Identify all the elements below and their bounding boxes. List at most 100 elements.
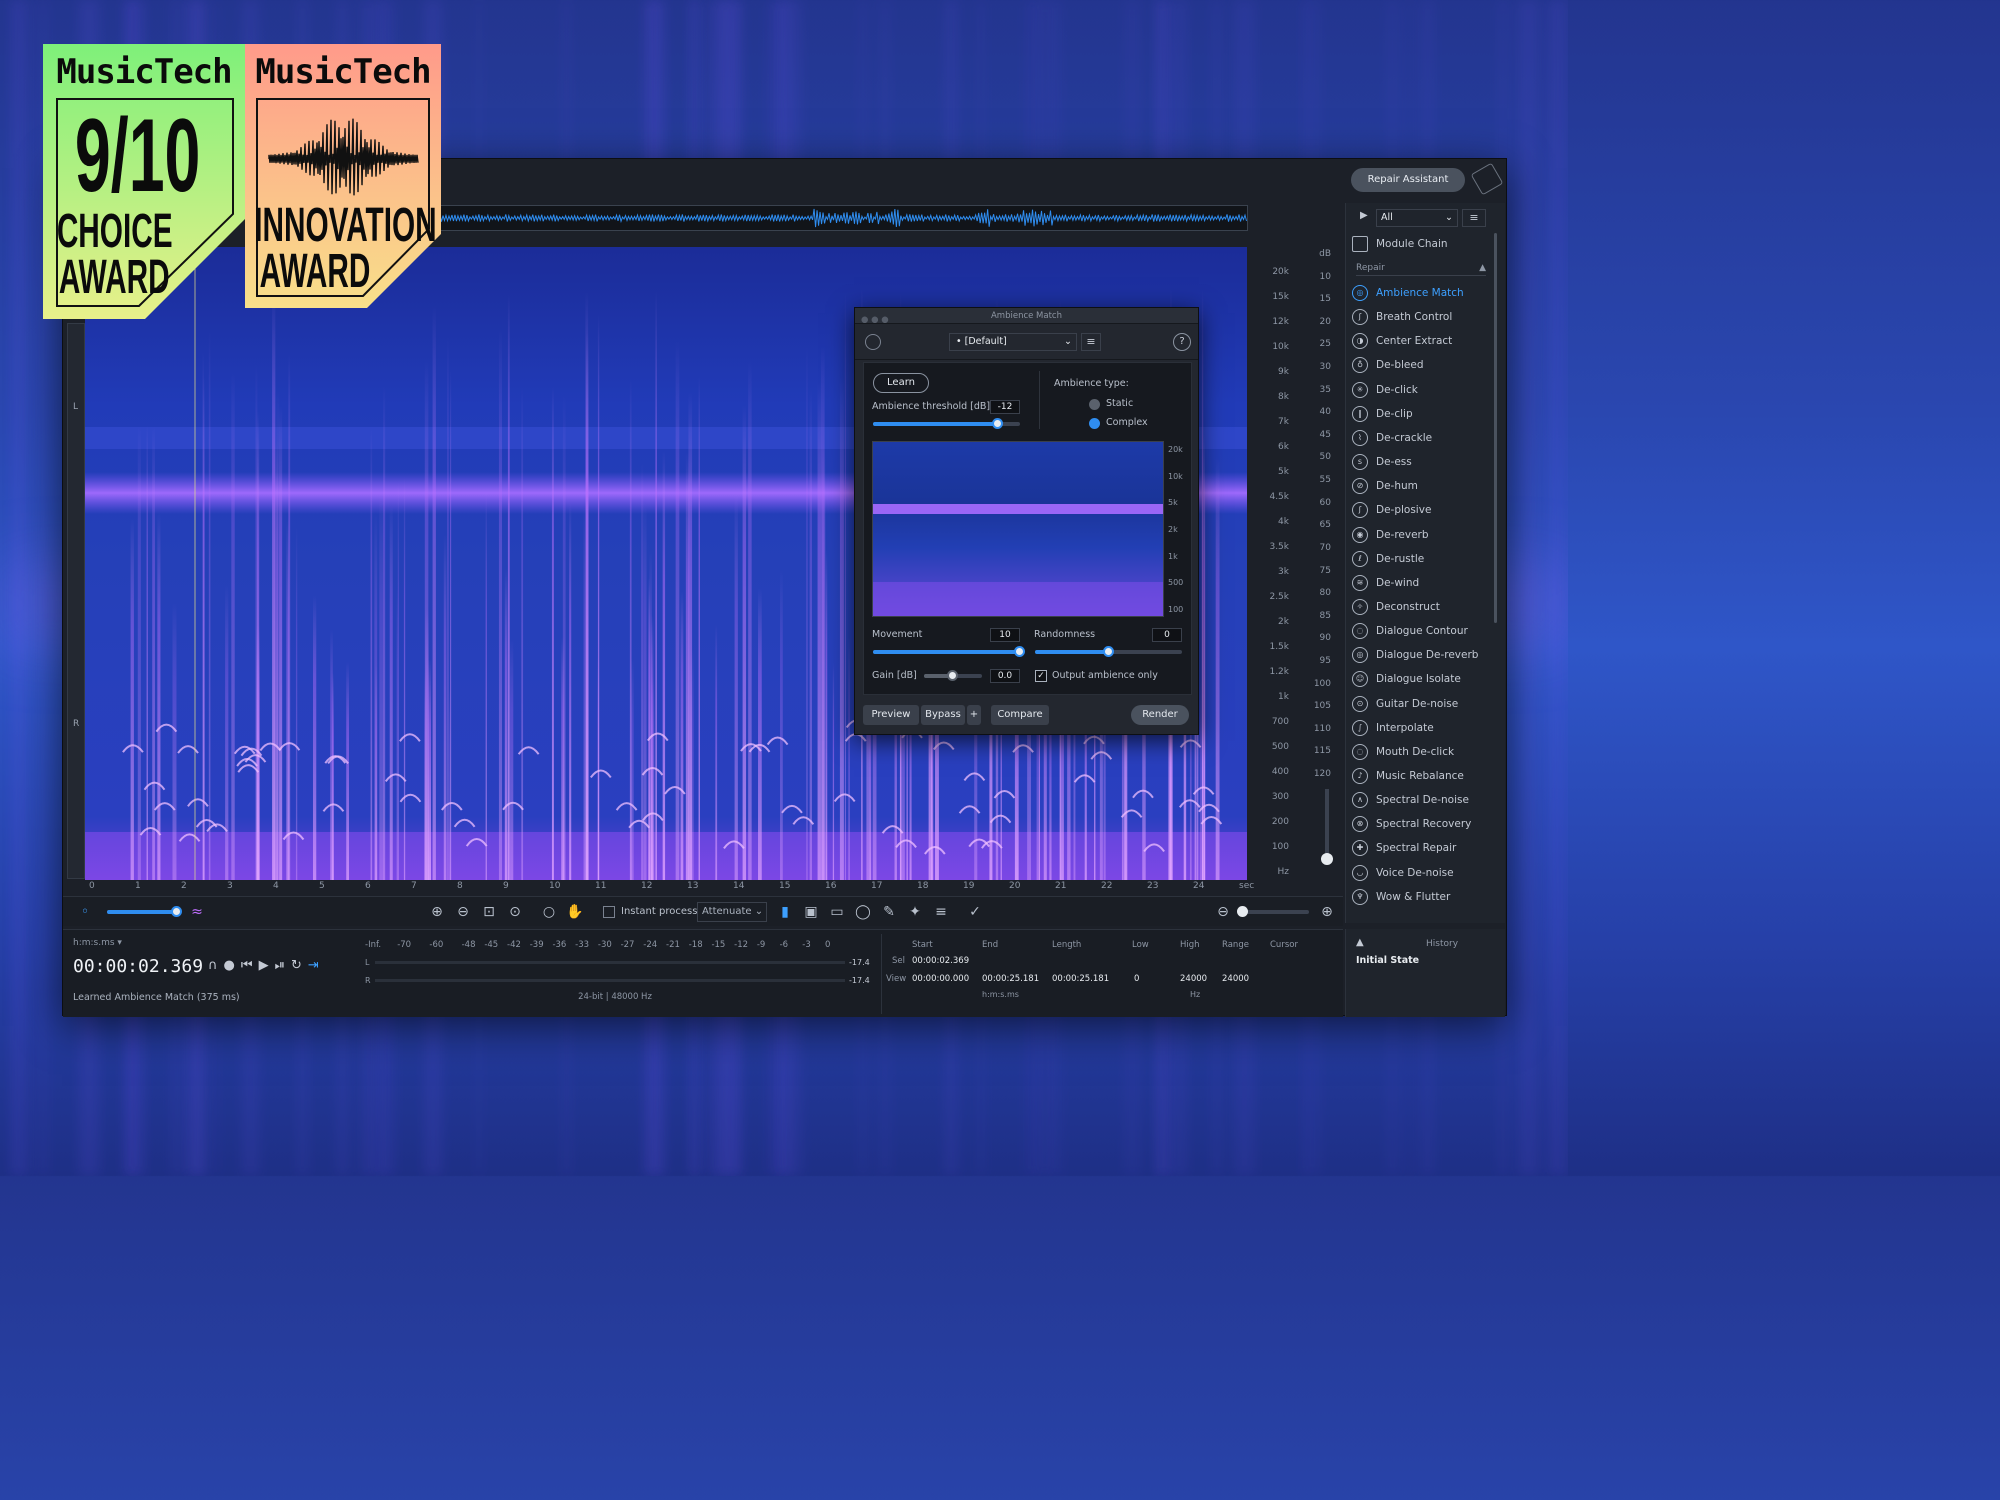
waveform-view-icon[interactable]: ◦ bbox=[75, 902, 95, 922]
module-icon: ♁ bbox=[1352, 357, 1368, 374]
module-center-extract[interactable]: ◑ Center Extract bbox=[1352, 330, 1502, 352]
module-de-bleed[interactable]: ♁ De-bleed bbox=[1352, 354, 1502, 376]
module-de-wind[interactable]: ≋ De-wind bbox=[1352, 572, 1502, 594]
preset-menu-icon[interactable]: ≡ bbox=[1081, 333, 1101, 351]
opacity-slider[interactable] bbox=[107, 906, 182, 917]
bypass-button[interactable]: Bypass bbox=[921, 705, 965, 725]
magic-wand-icon[interactable]: ✦ bbox=[905, 902, 925, 922]
compare-button[interactable]: Compare bbox=[991, 705, 1049, 725]
zoom-out-icon[interactable]: ⊖ bbox=[453, 902, 473, 922]
module-guitar-de-noise[interactable]: ⊙ Guitar De-noise bbox=[1352, 693, 1502, 715]
instant-process-checkbox[interactable] bbox=[603, 906, 615, 918]
module-de-crackle[interactable]: ⌇ De-crackle bbox=[1352, 427, 1502, 449]
module-mouth-de-click[interactable]: ◌ Mouth De-click bbox=[1352, 741, 1502, 763]
headphones-icon[interactable]: ∩ bbox=[208, 958, 224, 973]
view-length[interactable]: 00:00:25.181 bbox=[1052, 974, 1109, 984]
add-button[interactable]: + bbox=[967, 705, 981, 725]
module-spectral-de-noise[interactable]: ∧ Spectral De-noise bbox=[1352, 789, 1502, 811]
help-icon[interactable]: ? bbox=[1173, 333, 1191, 351]
time-tick: 14 bbox=[733, 881, 745, 891]
horizontal-zoom-slider[interactable] bbox=[1237, 906, 1309, 917]
module-voice-de-noise[interactable]: ◡ Voice De-noise bbox=[1352, 862, 1502, 884]
module-de-clip[interactable]: ‖ De-clip bbox=[1352, 403, 1502, 425]
rewind-icon[interactable]: ⏮ bbox=[241, 958, 259, 973]
randomness-value[interactable]: 0 bbox=[1152, 628, 1182, 642]
loop-icon[interactable]: ↻ bbox=[291, 958, 308, 973]
zoom-in-horizontal-icon[interactable]: ⊕ bbox=[1317, 902, 1337, 922]
choice-brand: MusicTech bbox=[56, 52, 232, 92]
render-button[interactable]: Render bbox=[1131, 705, 1189, 725]
module-breath-control[interactable]: ʃ Breath Control bbox=[1352, 306, 1502, 328]
threshold-value[interactable]: -12 bbox=[990, 400, 1020, 414]
randomness-knob[interactable] bbox=[1102, 646, 1114, 657]
gain-value[interactable]: 0.0 bbox=[990, 669, 1020, 683]
static-radio[interactable] bbox=[1089, 399, 1100, 410]
zoom-in-icon[interactable]: ⊕ bbox=[427, 902, 447, 922]
module-spectral-repair[interactable]: ✚ Spectral Repair bbox=[1352, 837, 1502, 859]
module-interpolate[interactable]: ∫ Interpolate bbox=[1352, 717, 1502, 739]
brush-icon[interactable]: ✎ bbox=[879, 902, 899, 922]
module-dialogue-contour[interactable]: ◌ Dialogue Contour bbox=[1352, 620, 1502, 642]
view-high[interactable]: 24000 bbox=[1180, 974, 1207, 984]
module-de-click[interactable]: ✳ De-click bbox=[1352, 379, 1502, 401]
hand-tool-icon[interactable]: ✋ bbox=[565, 902, 585, 922]
module-ambience-match[interactable]: ◎ Ambience Match bbox=[1352, 282, 1502, 304]
module-music-rebalance[interactable]: ♪ Music Rebalance bbox=[1352, 765, 1502, 787]
view-low[interactable]: 0 bbox=[1134, 974, 1139, 984]
freq-tick: 20k bbox=[1272, 267, 1289, 277]
movement-knob[interactable] bbox=[1014, 646, 1025, 657]
history-entry[interactable]: Initial State bbox=[1356, 955, 1419, 966]
harmonic-select-icon[interactable]: ≡ bbox=[931, 902, 951, 922]
preset-dropdown[interactable]: • [Default] ⌄ bbox=[949, 333, 1077, 351]
pencil-icon[interactable]: ✓ bbox=[965, 902, 985, 922]
movement-value[interactable]: 10 bbox=[990, 628, 1020, 642]
spectrogram-view-icon[interactable]: ≈ bbox=[187, 902, 207, 922]
zoom-fit-icon[interactable]: ⊙ bbox=[505, 902, 525, 922]
output-only-checkbox[interactable]: ✓ bbox=[1035, 670, 1047, 682]
module-deconstruct[interactable]: ✧ Deconstruct bbox=[1352, 596, 1502, 618]
module-filter-dropdown[interactable]: All ⌄ bbox=[1376, 209, 1458, 227]
module-wow-flutter[interactable]: ♆ Wow & Flutter bbox=[1352, 886, 1502, 908]
magnify-icon[interactable]: ○ bbox=[539, 902, 559, 922]
view-range[interactable]: 24000 bbox=[1222, 974, 1249, 984]
module-de-reverb[interactable]: ◉ De-reverb bbox=[1352, 524, 1502, 546]
zoom-selection-icon[interactable]: ⊡ bbox=[479, 902, 499, 922]
play-chain-icon[interactable]: ▶ bbox=[1360, 210, 1368, 221]
waveform-overview[interactable] bbox=[433, 205, 1248, 231]
module-de-ess[interactable]: s De-ess bbox=[1352, 451, 1502, 473]
view-start[interactable]: 00:00:00.000 bbox=[912, 974, 969, 984]
learn-button[interactable]: Learn bbox=[873, 373, 929, 393]
lasso-icon[interactable]: ◯ bbox=[853, 902, 873, 922]
gain-knob[interactable] bbox=[947, 670, 958, 681]
repair-assistant-button[interactable]: Repair Assistant bbox=[1351, 168, 1465, 192]
preview-button[interactable]: Preview bbox=[863, 705, 919, 725]
module-de-rustle[interactable]: ℓ De-rustle bbox=[1352, 548, 1502, 570]
rect-selection-icon[interactable]: ▭ bbox=[827, 902, 847, 922]
repair-section-header[interactable]: Repair ▲ bbox=[1356, 263, 1486, 276]
module-dialogue-isolate[interactable]: ☺ Dialogue Isolate bbox=[1352, 668, 1502, 690]
module-spectral-recovery[interactable]: ⊗ Spectral Recovery bbox=[1352, 813, 1502, 835]
movement-slider[interactable] bbox=[873, 650, 1020, 654]
follow-icon[interactable]: ⇥ bbox=[308, 958, 325, 973]
history-collapse-icon[interactable]: ▲ bbox=[1356, 937, 1364, 948]
mode-dropdown[interactable]: Attenuate ⌄ bbox=[697, 902, 767, 922]
module-label: De-plosive bbox=[1376, 504, 1432, 517]
record-icon[interactable]: ● bbox=[224, 958, 241, 973]
threshold-knob[interactable] bbox=[991, 418, 1003, 429]
db-zoom-slider[interactable] bbox=[1321, 789, 1333, 865]
zoom-out-horizontal-icon[interactable]: ⊖ bbox=[1213, 902, 1233, 922]
play-icon[interactable]: ▶ bbox=[259, 958, 275, 973]
module-de-plosive[interactable]: ʃ De-plosive bbox=[1352, 499, 1502, 521]
time-format-label[interactable]: h:m:s.ms ▾ bbox=[73, 938, 122, 948]
db-tick: 70 bbox=[1319, 542, 1331, 553]
freq-selection-icon[interactable]: ▣ bbox=[801, 902, 821, 922]
view-end[interactable]: 00:00:25.181 bbox=[982, 974, 1039, 984]
module-de-hum[interactable]: ⊘ De-hum bbox=[1352, 475, 1502, 497]
play-selection-icon[interactable]: ⏯ bbox=[275, 958, 291, 973]
sel-start[interactable]: 00:00:02.369 bbox=[912, 956, 969, 966]
time-selection-icon[interactable]: ▮ bbox=[775, 902, 795, 922]
module-dialogue-de-reverb[interactable]: ◎ Dialogue De-reverb bbox=[1352, 644, 1502, 666]
complex-radio[interactable] bbox=[1089, 418, 1100, 429]
module-chain-item[interactable]: Module Chain bbox=[1352, 233, 1502, 255]
sidebar-menu-icon[interactable]: ≡ bbox=[1462, 209, 1486, 227]
